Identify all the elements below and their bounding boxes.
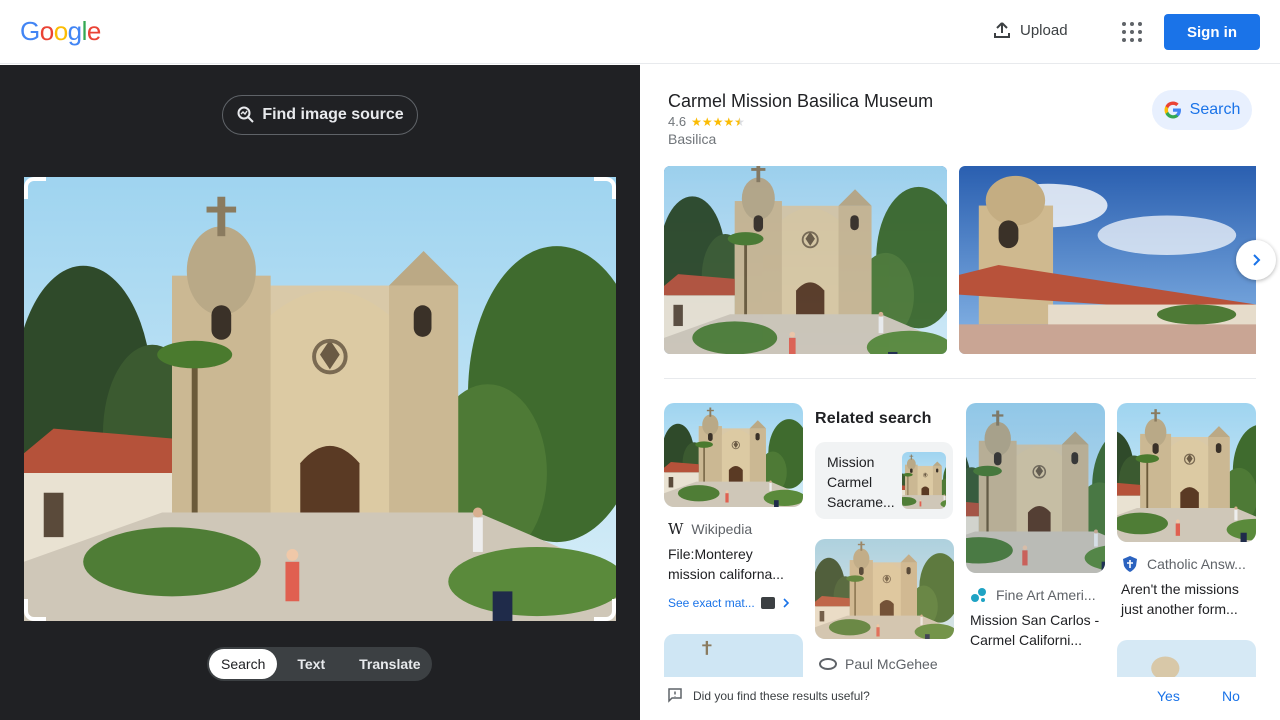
results-pane: Carmel Mission Basilica Museum 4.6 ★★★★★… [640, 65, 1280, 720]
related-search-heading: Related search [815, 410, 932, 427]
logo-letter: G [20, 16, 40, 46]
crop-handle-bottom-right[interactable] [594, 599, 616, 621]
star-rating-icon: ★★★★★ [691, 114, 745, 129]
result-image-partial-2[interactable] [1117, 640, 1256, 680]
feedback-no-button[interactable]: No [1222, 688, 1240, 704]
related-search-thumbnail [902, 452, 946, 509]
result-image-catholic[interactable] [1117, 403, 1256, 542]
rating-row: 4.6 ★★★★★ [668, 114, 745, 129]
result-source-wikipedia[interactable]: W Wikipedia [668, 520, 752, 538]
crop-handle-bottom-left[interactable] [24, 599, 46, 621]
source-label: Fine Art Ameri... [996, 587, 1096, 603]
google-search-button[interactable]: Search [1152, 90, 1252, 130]
related-search-card[interactable]: Mission Carmel Sacrame... [815, 442, 953, 519]
source-label: Wikipedia [691, 521, 753, 537]
place-title[interactable]: Carmel Mission Basilica Museum [668, 91, 933, 112]
crop-handle-top-left[interactable] [24, 177, 46, 199]
google-g-icon [1164, 101, 1181, 119]
result-title-wikipedia[interactable]: File:Monterey mission californa... [668, 544, 803, 584]
image-search-icon [237, 106, 255, 123]
mode-tab-translate[interactable]: Translate [347, 649, 432, 679]
source-label: Paul McGehee [845, 656, 938, 672]
logo-letter: o [53, 16, 68, 46]
catholic-answers-shield-icon [1123, 556, 1137, 572]
google-logo[interactable]: Google [20, 16, 101, 47]
query-image [24, 177, 616, 621]
place-type: Basilica [668, 131, 717, 147]
result-image-painting[interactable] [815, 539, 954, 639]
result-source-catholic[interactable]: Catholic Answ... [1121, 555, 1246, 573]
next-photos-button[interactable] [1236, 240, 1276, 280]
see-exact-matches-label: See exact mat... [668, 596, 755, 610]
upload-icon [994, 22, 1010, 38]
chevron-right-icon [783, 598, 789, 608]
top-header: Google Upload Sign in [0, 0, 1280, 64]
mode-tab-search[interactable]: Search [209, 649, 278, 679]
result-image-wikipedia[interactable] [664, 403, 803, 507]
rating-value: 4.6 [668, 114, 687, 129]
church-thumbnail-icon [760, 597, 775, 609]
find-image-source-label: Find image source [262, 106, 404, 123]
fine-art-america-icon [971, 588, 986, 602]
logo-letter: g [67, 16, 82, 46]
chevron-right-icon [1253, 254, 1261, 266]
result-title-catholic[interactable]: Aren't the missions just another form... [1121, 579, 1259, 619]
upload-button[interactable]: Upload [992, 20, 1068, 40]
result-title-fineart[interactable]: Mission San Carlos - Carmel Californi... [970, 610, 1108, 650]
result-image-fineart[interactable] [966, 403, 1105, 573]
place-photo-2[interactable] [959, 166, 1256, 354]
mode-switcher: Search Text Translate [207, 647, 432, 681]
logo-letter: e [86, 16, 101, 46]
query-image-pane: Find image source Search Text Translate [0, 65, 640, 720]
apps-grid-icon[interactable] [1120, 20, 1144, 44]
mode-tab-text[interactable]: Text [285, 649, 337, 679]
feedback-bar: Did you find these results useful? Yes N… [640, 677, 1280, 720]
feedback-question: Did you find these results useful? [693, 689, 870, 703]
google-search-label: Search [1189, 101, 1241, 118]
logo-letter: o [39, 16, 54, 46]
result-source-paul-mcgehee[interactable]: Paul McGehee [819, 656, 938, 672]
upload-label: Upload [1020, 21, 1068, 39]
related-search-text: Mission Carmel Sacrame... [827, 454, 895, 510]
see-exact-matches-link[interactable]: See exact mat... [668, 596, 791, 610]
source-label: Catholic Answ... [1147, 556, 1246, 572]
sign-in-button[interactable]: Sign in [1164, 14, 1260, 50]
feedback-yes-button[interactable]: Yes [1157, 688, 1180, 704]
place-photo-1[interactable] [664, 166, 947, 354]
find-image-source-button[interactable]: Find image source [222, 95, 418, 135]
feedback-icon [668, 688, 682, 703]
eye-icon [819, 658, 837, 670]
wikipedia-icon: W [668, 520, 684, 538]
section-divider [664, 378, 1256, 379]
crop-handle-top-right[interactable] [594, 177, 616, 199]
result-source-fineart[interactable]: Fine Art Ameri... [970, 586, 1096, 604]
